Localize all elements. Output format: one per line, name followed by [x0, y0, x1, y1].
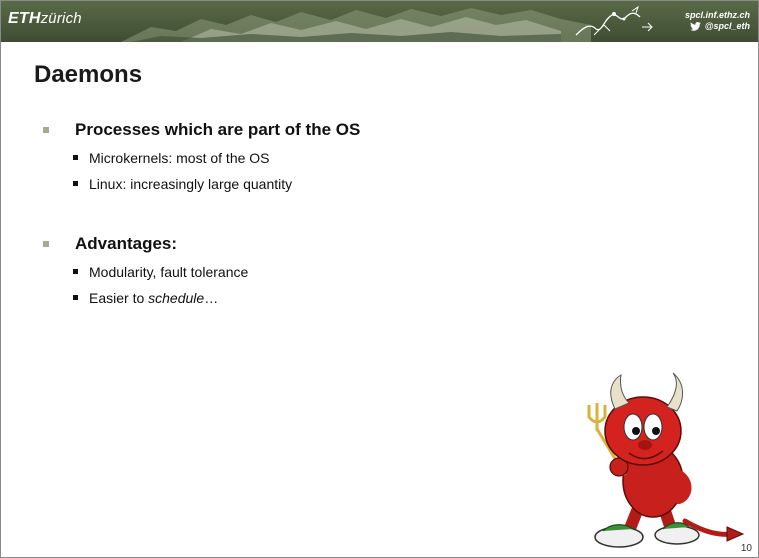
sub-bullet-suffix: … — [204, 290, 219, 306]
sub-bullet-emphasis: schedule — [148, 290, 205, 306]
bullet-list: Processes which are part of the OS Micro… — [41, 118, 601, 311]
sub-bullet-text: Modularity, fault tolerance — [89, 264, 249, 280]
bsd-daemon-mascot-image — [587, 372, 745, 548]
bullet-marker-icon — [43, 241, 49, 247]
bullet-text: Advantages: — [75, 234, 178, 253]
twitter-handle[interactable]: @spcl_eth — [705, 21, 750, 32]
sub-bullet-marker-icon — [73, 269, 78, 274]
bullet-item: Processes which are part of the OS — [41, 118, 601, 142]
sub-bullet-marker-icon — [73, 155, 78, 160]
twitter-icon — [689, 22, 701, 31]
spcl-sketch-icon — [575, 5, 653, 36]
slide: ETHzürich spcl.inf.ethz.ch @spcl_eth Dae… — [0, 0, 759, 558]
sub-bullet-prefix: Easier to — [89, 290, 149, 306]
sub-bullet-text: Microkernels: most of the OS — [89, 150, 270, 166]
contact-info: spcl.inf.ethz.ch @spcl_eth — [685, 10, 750, 32]
slide-title: Daemons — [34, 61, 143, 88]
sub-bullet-item: Modularity, fault tolerance — [41, 259, 601, 285]
sub-bullet-item: Linux: increasingly large quantity — [41, 171, 601, 197]
header-banner: ETHzürich spcl.inf.ethz.ch @spcl_eth — [1, 1, 758, 42]
bullet-marker-icon — [43, 127, 49, 133]
eth-logo-city: zürich — [40, 10, 82, 27]
sub-bullet-text: Linux: increasingly large quantity — [89, 176, 293, 192]
sub-bullet-text: Easier to schedule… — [89, 290, 218, 306]
sub-bullet-marker-icon — [73, 295, 78, 300]
eth-logo[interactable]: ETHzürich — [8, 10, 82, 28]
bullet-group: Advantages: Modularity, fault tolerance … — [41, 232, 601, 311]
website-link[interactable]: spcl.inf.ethz.ch — [685, 10, 750, 21]
bullet-group: Processes which are part of the OS Micro… — [41, 118, 601, 197]
sub-bullet-item: Easier to schedule… — [41, 285, 601, 311]
bullet-text: Processes which are part of the OS — [75, 120, 361, 139]
page-number: 10 — [740, 543, 752, 554]
bullet-item: Advantages: — [41, 232, 601, 256]
sub-bullet-marker-icon — [73, 181, 78, 186]
sub-bullet-item: Microkernels: most of the OS — [41, 145, 601, 171]
eth-logo-mark: ETH — [8, 10, 41, 27]
